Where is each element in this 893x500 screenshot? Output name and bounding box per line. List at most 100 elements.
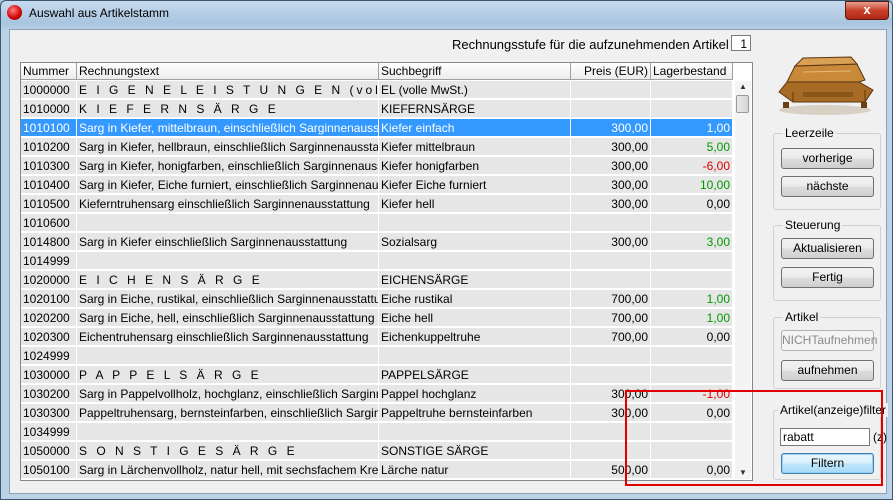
close-button[interactable]: x (845, 1, 889, 20)
cell-preis: 300,00 (571, 119, 651, 137)
cell-nummer: 1020000 (21, 271, 77, 289)
cell-suchbegriff: Eichenkuppeltruhe (379, 328, 571, 346)
table-row[interactable]: 1010400 Sarg in Kiefer, Eiche furniert, e… (21, 176, 733, 195)
artikel-group: Artikel NICHTaufnehmen aufnehmen (773, 310, 881, 389)
cell-lagerbestand: -6,00 (651, 157, 733, 175)
done-button[interactable]: Fertig (781, 267, 874, 288)
cell-rechnungstext (77, 252, 379, 270)
cell-nummer: 1020100 (21, 290, 77, 308)
steuerung-group: Steuerung Aktualisieren Fertig (773, 218, 881, 301)
window-title: Auswahl aus Artikelstamm (29, 6, 170, 20)
cell-suchbegriff: Pappeltruhe bernsteinfarben (379, 404, 571, 422)
cell-preis: 700,00 (571, 309, 651, 327)
cell-nummer: 1014800 (21, 233, 77, 251)
table-row[interactable]: 1010300 Sarg in Kiefer, honigfarben, eins… (21, 157, 733, 176)
table-row[interactable]: 1020300 Eichentruhensarg einschließlich S… (21, 328, 733, 347)
cell-preis: 700,00 (571, 290, 651, 308)
cell-suchbegriff: Kiefer Eiche furniert (379, 176, 571, 194)
cell-nummer: 1020300 (21, 328, 77, 346)
cell-suchbegriff: EICHENSÄRGE (379, 271, 571, 289)
header-preis[interactable]: Preis (EUR) (571, 63, 651, 80)
cell-rechnungstext: Sarg in Kiefer, hellbraun, einschließlic… (77, 138, 379, 156)
cell-suchbegriff: Kiefer mittelbraun (379, 138, 571, 156)
cell-suchbegriff: Kiefer einfach (379, 119, 571, 137)
table-row[interactable]: 1014999 (21, 252, 733, 271)
cell-rechnungstext: K I E F E R N S Ä R G E (77, 100, 379, 118)
cell-lagerbestand (651, 100, 733, 118)
cell-lagerbestand: 1,00 (651, 309, 733, 327)
cell-lagerbestand: 5,00 (651, 138, 733, 156)
table-row[interactable]: 1014800 Sarg in Kiefer einschließlich Sar… (21, 233, 733, 252)
cell-preis: 300,00 (571, 176, 651, 194)
cell-lagerbestand: 1,00 (651, 119, 733, 137)
cell-nummer: 1010200 (21, 138, 77, 156)
cell-rechnungstext: Kieferntruhensarg einschließlich Sarginn… (77, 195, 379, 213)
add-button[interactable]: aufnehmen (781, 360, 874, 381)
cell-rechnungstext: Pappeltruhensarg, bernsteinfarben, einsc… (77, 404, 379, 422)
table-row[interactable]: 1024999 (21, 347, 733, 366)
cell-preis: 300,00 (571, 157, 651, 175)
cell-preis: 300,00 (571, 195, 651, 213)
stufe-input[interactable]: 1 (731, 35, 751, 51)
cell-lagerbestand: 0,00 (651, 328, 733, 346)
table-row[interactable]: 1000000 E I G E N E L E I S T U N G E N (… (21, 81, 733, 100)
header-suchbegriff[interactable]: Suchbegriff (379, 63, 571, 80)
cell-rechnungstext (77, 347, 379, 365)
table-row[interactable]: 1010100 Sarg in Kiefer, mittelbraun, eins… (21, 119, 733, 138)
cell-rechnungstext: E I C H E N S Ä R G E (77, 271, 379, 289)
table-row[interactable]: 1010000 K I E F E R N S Ä R G E KIEFERNSÄR… (21, 100, 733, 119)
cell-rechnungstext: Sarg in Eiche, rustikal, einschließlich … (77, 290, 379, 308)
cell-suchbegriff: Eiche hell (379, 309, 571, 327)
cell-rechnungstext: Sarg in Eiche, hell, einschließlich Sarg… (77, 309, 379, 327)
cell-preis (571, 252, 651, 270)
cell-preis (571, 214, 651, 232)
cell-lagerbestand: 1,00 (651, 290, 733, 308)
cell-rechnungstext: Sarg in Kiefer, mittelbraun, einschließl… (77, 119, 379, 137)
previous-button[interactable]: vorherige (781, 148, 874, 169)
table-row[interactable]: 1020200 Sarg in Eiche, hell, einschließli… (21, 309, 733, 328)
table-row[interactable]: 1020100 Sarg in Eiche, rustikal, einschli… (21, 290, 733, 309)
cell-suchbegriff: Sozialsarg (379, 233, 571, 251)
scroll-thumb[interactable] (736, 95, 749, 113)
cell-rechnungstext: Sarg in Lärchenvollholz, natur hell, mit… (77, 461, 379, 479)
cell-nummer: 1030200 (21, 385, 77, 403)
cell-rechnungstext: Eichentruhensarg einschließlich Sarginne… (77, 328, 379, 346)
cell-nummer: 1034999 (21, 423, 77, 441)
cell-nummer: 1014999 (21, 252, 77, 270)
table-row[interactable]: 1010200 Sarg in Kiefer, hellbraun, einsch… (21, 138, 733, 157)
cell-nummer: 1010400 (21, 176, 77, 194)
header-rechnungstext[interactable]: Rechnungstext (77, 63, 379, 80)
cell-suchbegriff: Eiche rustikal (379, 290, 571, 308)
cell-rechnungstext (77, 214, 379, 232)
cell-suchbegriff: Kiefer hell (379, 195, 571, 213)
header-lagerbestand[interactable]: Lagerbestand (651, 63, 733, 80)
cell-suchbegriff: Kiefer honigfarben (379, 157, 571, 175)
table-row[interactable]: 1010600 (21, 214, 733, 233)
cell-nummer: 1010600 (21, 214, 77, 232)
cell-lagerbestand (651, 271, 733, 289)
next-button[interactable]: nächste (781, 176, 874, 197)
table-row[interactable]: 1020000 E I C H E N S Ä R G E EICHENSÄRGE (21, 271, 733, 290)
artikel-label: Artikel (783, 310, 821, 324)
highlight-box (625, 390, 883, 486)
header-nummer[interactable]: Nummer (21, 63, 77, 80)
table-row[interactable]: 1030000 P A P P E L S Ä R G E PAPPELSÄRGE (21, 366, 733, 385)
cell-rechnungstext: Sarg in Kiefer einschließlich Sarginnena… (77, 233, 379, 251)
table-row[interactable]: 1010500 Kieferntruhensarg einschließlich … (21, 195, 733, 214)
cell-rechnungstext: Sarg in Kiefer, honigfarben, einschließl… (77, 157, 379, 175)
refresh-button[interactable]: Aktualisieren (781, 238, 874, 259)
cell-suchbegriff (379, 423, 571, 441)
cell-preis (571, 366, 651, 384)
cell-nummer: 1050000 (21, 442, 77, 460)
cell-preis: 700,00 (571, 328, 651, 346)
cell-preis (571, 100, 651, 118)
stufe-label: Rechnungsstufe für die aufzunehmenden Ar… (452, 37, 729, 52)
not-add-button[interactable]: NICHTaufnehmen (781, 330, 877, 351)
cell-lagerbestand (651, 81, 733, 99)
cell-rechnungstext: E I G E N E L E I S T U N G E N (volle M… (77, 81, 379, 99)
steuerung-label: Steuerung (783, 218, 843, 232)
scroll-up-icon[interactable]: ▲ (735, 81, 751, 93)
cell-rechnungstext: P A P P E L S Ä R G E (77, 366, 379, 384)
cell-preis: 300,00 (571, 233, 651, 251)
cell-lagerbestand (651, 347, 733, 365)
